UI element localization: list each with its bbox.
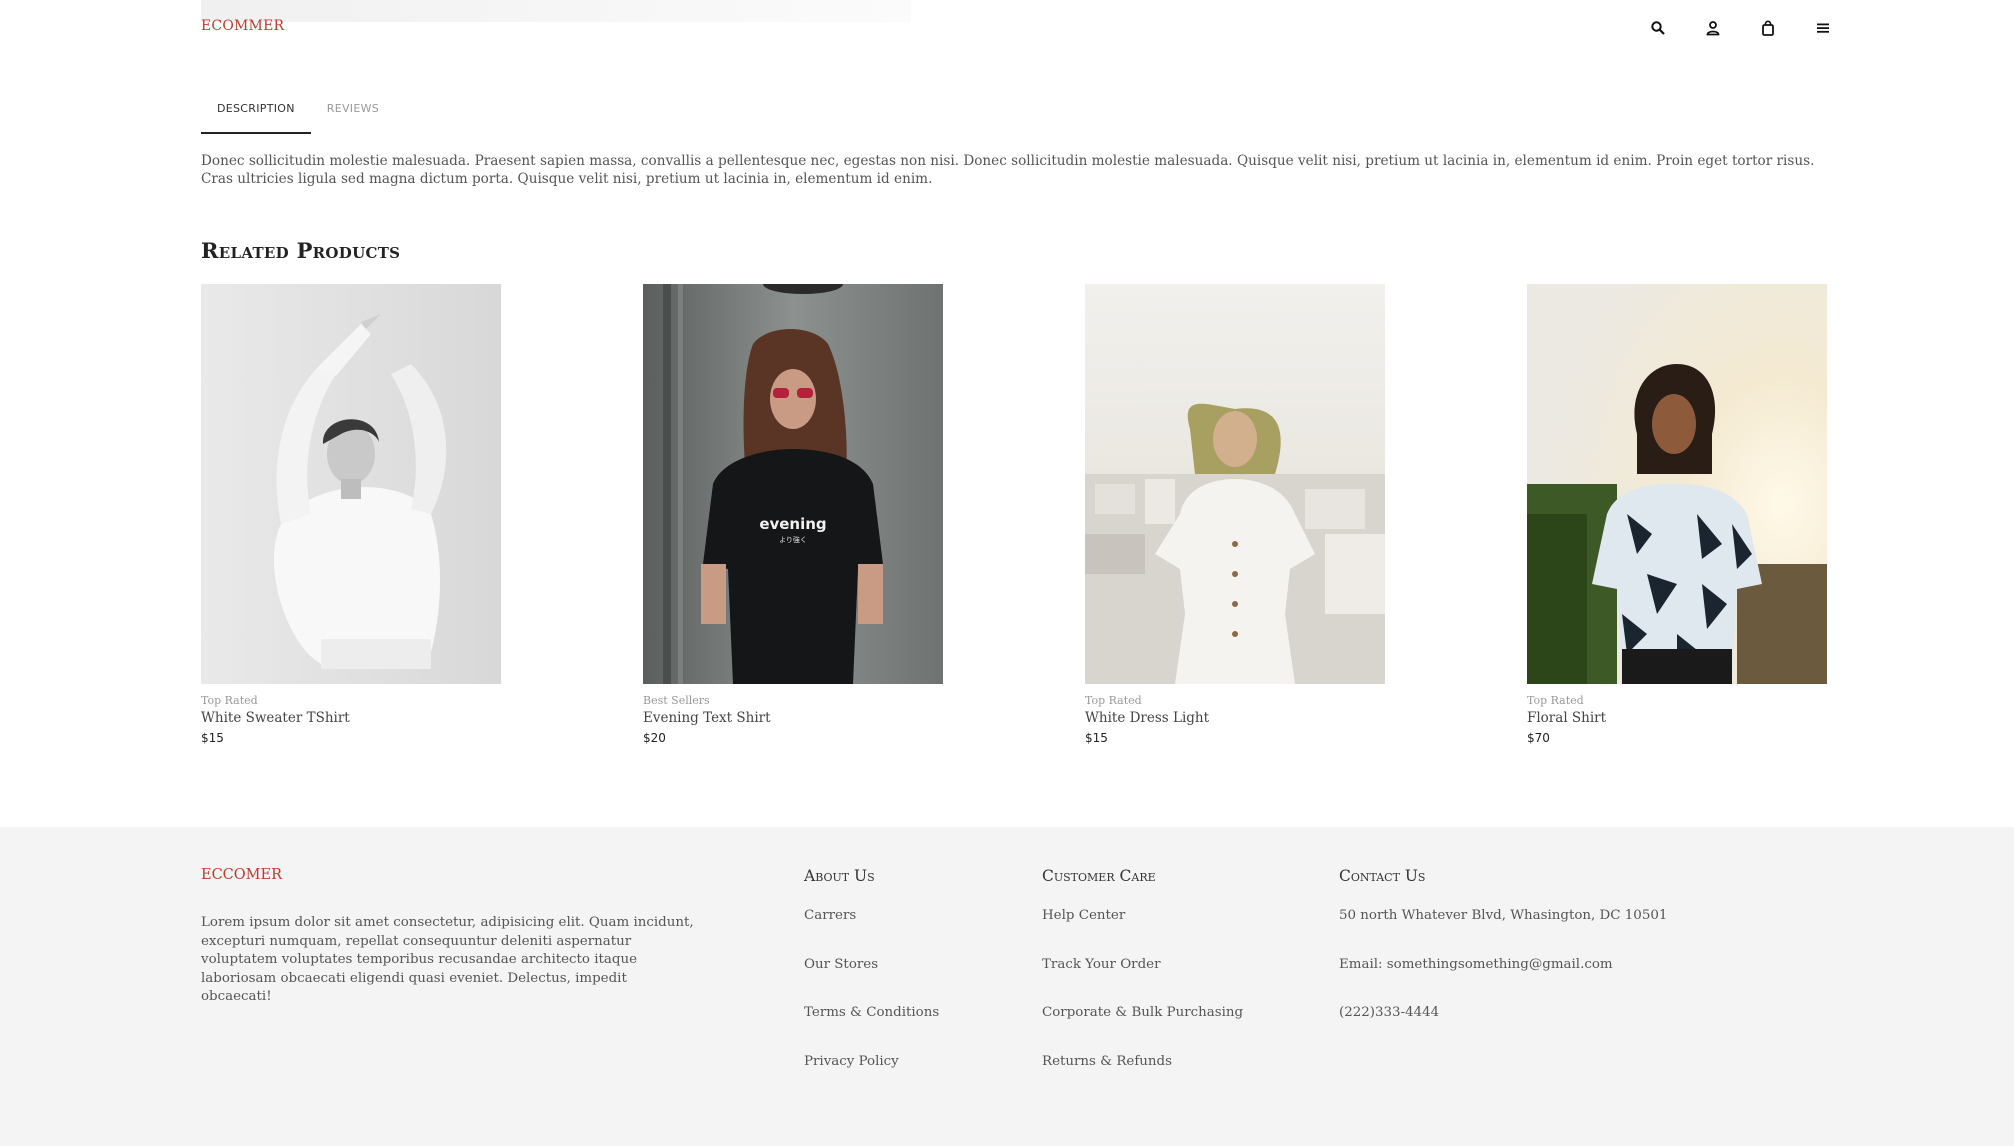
footer-link-track-order[interactable]: Track Your Order [1042, 956, 1243, 1005]
footer-customer-care: Customer Care Help Center Track Your Ord… [1042, 867, 1243, 1102]
shirt-print-text: evening [759, 515, 826, 533]
search-icon[interactable] [1630, 17, 1685, 39]
header-image-strip [201, 0, 911, 22]
footer-customer-care-title: Customer Care [1042, 867, 1156, 885]
site-footer: ECCOMER Lorem ipsum dolor sit amet conse… [0, 827, 2014, 1146]
product-image[interactable] [1527, 284, 1827, 684]
footer-phone: (222)333-4444 [1339, 1005, 1440, 1021]
header-icons [1630, 17, 1850, 39]
tab-reviews[interactable]: REVIEWS [311, 92, 395, 134]
product-image[interactable]: evening より強く [643, 284, 943, 684]
bag-icon[interactable] [1740, 17, 1795, 39]
product-category: Best Sellers [643, 694, 710, 707]
product-category: Top Rated [1527, 694, 1584, 707]
related-products-title: Related Products [201, 238, 401, 263]
product-price: $70 [1527, 731, 1550, 745]
footer-link-corporate[interactable]: Corporate & Bulk Purchasing [1042, 1004, 1243, 1053]
site-header: ECOMMER [0, 0, 2014, 60]
product-image[interactable] [1085, 284, 1385, 684]
footer-link-help-center[interactable]: Help Center [1042, 907, 1243, 956]
footer-contact: Contact Us 50 north Whatever Blvd, Whasi… [1339, 867, 1667, 1053]
footer-about-us-title: About Us [804, 867, 875, 885]
product-price: $15 [1085, 731, 1108, 745]
footer-link-returns[interactable]: Returns & Refunds [1042, 1053, 1243, 1102]
product-category: Top Rated [1085, 694, 1142, 707]
product-card-evening-text-shirt[interactable]: evening より強く Best Sellers Evening Text S… [643, 284, 943, 745]
menu-icon[interactable] [1795, 17, 1850, 39]
user-icon[interactable] [1685, 17, 1740, 39]
product-card-white-sweater[interactable]: Top Rated White Sweater TShirt $15 [201, 284, 501, 745]
product-category: Top Rated [201, 694, 258, 707]
product-name[interactable]: White Sweater TShirt [201, 710, 501, 726]
product-tabs: DESCRIPTION REVIEWS [201, 92, 395, 134]
product-price: $15 [201, 731, 224, 745]
footer-brand[interactable]: ECCOMER [201, 867, 282, 883]
footer-email: Email: somethingsomething@gmail.com [1339, 956, 1613, 972]
product-name[interactable]: White Dress Light [1085, 710, 1385, 726]
footer-link-our-stores[interactable]: Our Stores [804, 956, 939, 1005]
product-card-white-dress[interactable]: Top Rated White Dress Light $15 [1085, 284, 1385, 745]
footer-about-us: About Us Carrers Our Stores Terms & Cond… [804, 867, 939, 1102]
product-card-floral-shirt[interactable]: Top Rated Floral Shirt $70 [1527, 284, 1827, 745]
site-logo[interactable]: ECOMMER [201, 18, 284, 34]
product-price: $20 [643, 731, 666, 745]
footer-address: 50 north Whatever Blvd, Whasington, DC 1… [1339, 908, 1668, 923]
footer-link-terms[interactable]: Terms & Conditions [804, 1004, 939, 1053]
product-name[interactable]: Floral Shirt [1527, 710, 1827, 726]
product-image[interactable] [201, 284, 501, 684]
product-description: Donec sollicitudin molestie malesuada. P… [201, 153, 1815, 187]
footer-link-careers[interactable]: Carrers [804, 907, 939, 956]
footer-link-privacy[interactable]: Privacy Policy [804, 1053, 939, 1102]
product-name[interactable]: Evening Text Shirt [643, 710, 943, 726]
footer-contact-title: Contact Us [1339, 867, 1426, 885]
footer-about-text: Lorem ipsum dolor sit amet consectetur, … [201, 915, 694, 1004]
tab-description[interactable]: DESCRIPTION [201, 92, 311, 134]
shirt-print-subtext: より強く [779, 536, 807, 544]
